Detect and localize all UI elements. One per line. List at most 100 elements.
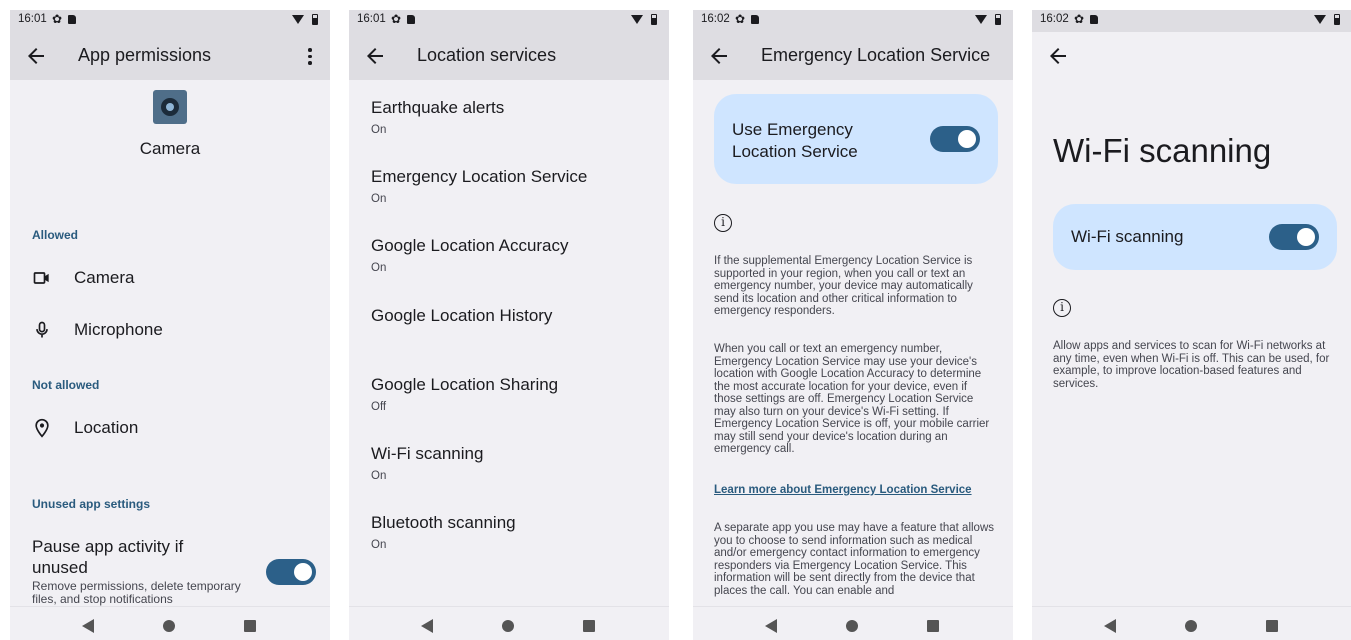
toggle-knob [958, 130, 976, 148]
pause-activity-title: Pause app activity if unused [32, 537, 184, 577]
allowed-header: Allowed [32, 228, 79, 242]
permission-row-camera[interactable]: Camera [10, 260, 330, 300]
list-item-title: Wi-Fi scanning [371, 444, 484, 463]
battery-icon [651, 14, 657, 25]
nav-home-icon[interactable] [846, 620, 858, 632]
status-bar: 16:02 ✿ [1032, 10, 1351, 32]
page-title: Wi-Fi scanning [1053, 132, 1272, 169]
list-item-status: On [371, 470, 387, 482]
list-item-google-location-sharing[interactable]: Google Location Sharing Off [371, 375, 661, 413]
back-arrow-icon[interactable] [1046, 44, 1070, 68]
back-arrow-icon[interactable] [707, 44, 731, 68]
emergency-location-service-screen: 16:02 ✿ Emergency Location Service Use E… [693, 10, 1013, 640]
els-paragraph-3: A separate app you use may have a featur… [714, 522, 995, 597]
status-time: 16:01 [357, 13, 386, 25]
list-item-google-location-accuracy[interactable]: Google Location Accuracy On [371, 236, 661, 274]
permission-row-location[interactable]: Location [10, 410, 330, 450]
learn-more-link[interactable]: Learn more about Emergency Location Serv… [714, 484, 972, 496]
status-bar: 16:01 ✿ [349, 10, 669, 32]
battery-icon [1334, 14, 1340, 25]
use-els-card[interactable]: Use Emergency Location Service [714, 94, 998, 184]
app-bar [1032, 32, 1351, 80]
unused-settings-header: Unused app settings [32, 497, 151, 511]
nav-home-icon[interactable] [1185, 620, 1197, 632]
list-item-bluetooth-scanning[interactable]: Bluetooth scanning On [371, 513, 661, 551]
wifi-scanning-screen: 16:02 ✿ Wi-Fi scanning Wi-Fi scanning i … [1032, 10, 1351, 640]
nav-home-icon[interactable] [163, 620, 175, 632]
list-item-status: Off [371, 401, 387, 413]
page-title: App permissions [78, 45, 212, 65]
list-item-status: On [371, 262, 387, 274]
battery-icon [995, 14, 1001, 25]
nav-recents-icon[interactable] [583, 620, 595, 632]
wifi-icon [975, 15, 987, 24]
system-nav-bar [1032, 606, 1351, 640]
wifi-icon [631, 15, 643, 24]
app-permissions-screen: 16:01 ✿ App permissions Camera Allowed C… [10, 10, 330, 640]
list-item-title: Google Location Sharing [371, 375, 559, 394]
permission-label: Location [74, 418, 139, 437]
sd-card-icon [1090, 15, 1098, 24]
nav-back-icon[interactable] [1104, 619, 1116, 633]
sd-card-icon [68, 15, 76, 24]
app-bar: App permissions [10, 32, 330, 80]
els-paragraph-1: If the supplemental Emergency Location S… [714, 255, 973, 317]
back-arrow-icon[interactable] [24, 44, 48, 68]
camera-app-icon [153, 90, 187, 124]
list-item-title: Google Location History [371, 306, 553, 325]
wifi-scanning-card[interactable]: Wi-Fi scanning [1053, 204, 1337, 270]
not-allowed-header: Not allowed [32, 378, 100, 392]
app-name: Camera [139, 139, 201, 158]
nav-back-icon[interactable] [421, 619, 433, 633]
wifi-scanning-label: Wi-Fi scanning [1071, 227, 1184, 246]
sd-card-icon [407, 15, 415, 24]
system-nav-bar [693, 606, 1013, 640]
app-bar: Location services [349, 32, 669, 80]
location-services-screen: 16:01 ✿ Location services Earthquake ale… [349, 10, 669, 640]
permission-row-microphone[interactable]: Microphone [10, 312, 330, 352]
wifi-icon [292, 15, 304, 24]
list-item-status: On [371, 539, 387, 551]
use-els-label: Use Emergency Location Service [732, 120, 858, 161]
nav-recents-icon[interactable] [927, 620, 939, 632]
status-bar: 16:01 ✿ [10, 10, 330, 32]
permission-label: Microphone [74, 320, 163, 339]
list-item-google-location-history[interactable]: Google Location History [371, 306, 661, 326]
system-nav-bar [10, 606, 330, 640]
videocam-icon [33, 272, 49, 284]
toggle-knob [1297, 228, 1315, 246]
list-item-status: On [371, 193, 387, 205]
back-arrow-icon[interactable] [363, 44, 387, 68]
wifi-icon [1314, 15, 1326, 24]
nav-home-icon[interactable] [502, 620, 514, 632]
info-icon: i [714, 214, 732, 232]
list-item-wifi-scanning[interactable]: Wi-Fi scanning On [371, 444, 661, 482]
pause-activity-description: Remove permissions, delete temporary fil… [32, 579, 241, 606]
settings-gear-icon: ✿ [735, 12, 746, 26]
list-item-title: Emergency Location Service [371, 167, 588, 186]
system-nav-bar [349, 606, 669, 640]
mic-icon [36, 321, 48, 338]
settings-gear-icon: ✿ [52, 12, 63, 26]
list-item-earthquake-alerts[interactable]: Earthquake alerts On [371, 98, 661, 136]
app-bar: Emergency Location Service [693, 32, 1013, 80]
battery-icon [312, 14, 318, 25]
list-item-title: Bluetooth scanning [371, 513, 516, 532]
nav-back-icon[interactable] [765, 619, 777, 633]
nav-recents-icon[interactable] [244, 620, 256, 632]
nav-back-icon[interactable] [82, 619, 94, 633]
pause-activity-toggle[interactable] [266, 559, 316, 585]
sd-card-icon [751, 15, 759, 24]
list-item-title: Earthquake alerts [371, 98, 505, 117]
page-title: Location services [417, 45, 557, 65]
more-options-icon[interactable] [302, 46, 318, 68]
info-icon: i [1053, 299, 1071, 317]
nav-recents-icon[interactable] [1266, 620, 1278, 632]
use-els-toggle[interactable] [930, 126, 980, 152]
list-item-status: On [371, 124, 387, 136]
status-time: 16:02 [701, 13, 730, 25]
location-pin-icon [35, 418, 49, 438]
permission-label: Camera [74, 268, 135, 287]
list-item-emergency-location-service[interactable]: Emergency Location Service On [371, 167, 661, 205]
wifi-scanning-toggle[interactable] [1269, 224, 1319, 250]
